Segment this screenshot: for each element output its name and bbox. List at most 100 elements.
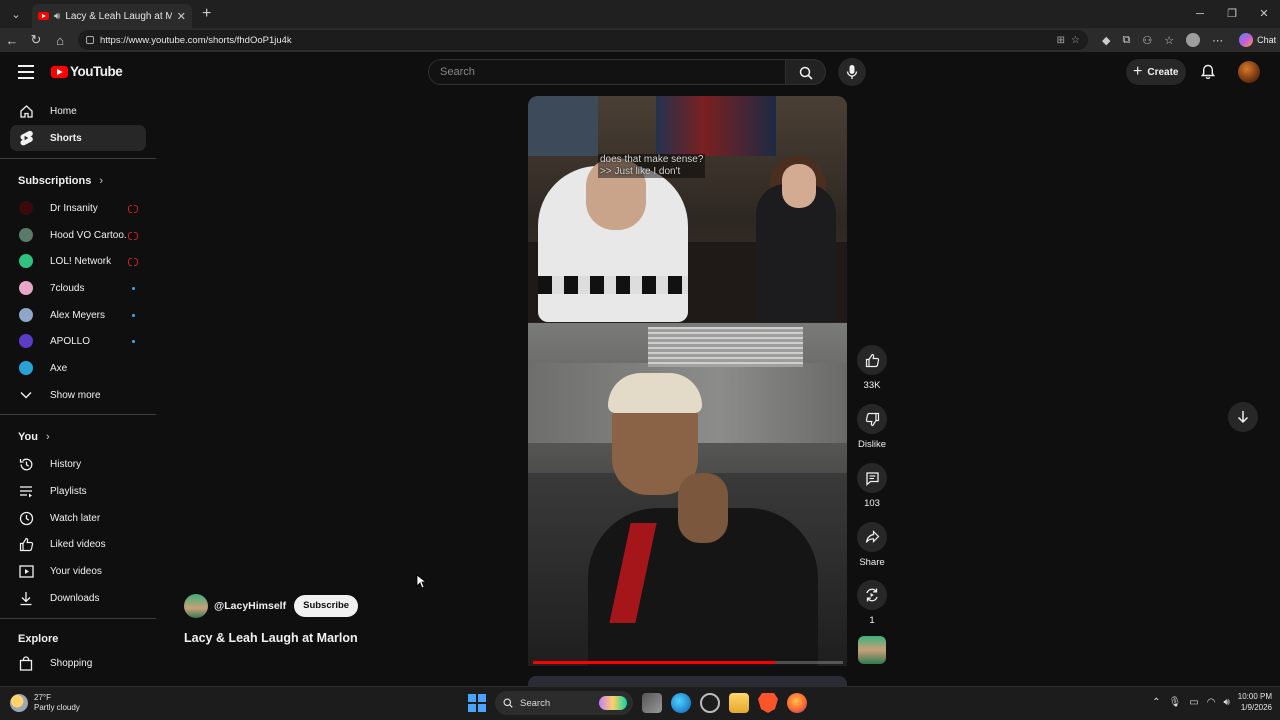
voice-search-button[interactable] <box>838 58 866 86</box>
file-explorer-icon[interactable] <box>729 693 749 713</box>
next-short-preview[interactable] <box>528 676 847 686</box>
sidebar-item-subscription[interactable]: Hood VO Cartoo... <box>10 222 146 248</box>
shopping-bag-icon <box>18 655 34 671</box>
share-button[interactable] <box>857 522 887 552</box>
logo-text: YouTube <box>70 64 123 79</box>
comments-button[interactable] <box>857 463 887 493</box>
sidebar-item-subscription[interactable]: Axe <box>10 355 146 381</box>
firefox-icon[interactable] <box>787 693 807 713</box>
task-view-icon[interactable] <box>642 693 662 713</box>
sidebar-item-label: Playlists <box>50 485 87 497</box>
minimize-button[interactable]: ─ <box>1184 0 1216 28</box>
youtube-logo[interactable]: YouTube <box>51 64 123 79</box>
channel-handle[interactable]: @LacyHimself <box>214 600 286 612</box>
favorites-icon[interactable]: ☆ <box>1164 34 1174 47</box>
remix-button[interactable] <box>857 580 887 610</box>
sidebar-item-subscription[interactable]: APOLLO <box>10 328 146 354</box>
sidebar-item-subscription[interactable]: Dr Insanity <box>10 195 146 221</box>
restore-button[interactable]: ❐ <box>1216 0 1248 28</box>
creator-avatar[interactable] <box>184 594 208 618</box>
clock[interactable]: 10:00 PM 1/9/2026 <box>1238 691 1272 713</box>
you-heading[interactable]: You › <box>18 431 50 443</box>
sidebar-item-history[interactable]: History <box>10 451 146 477</box>
taskbar-search[interactable]: Search <box>495 691 633 715</box>
sidebar-item-liked-videos[interactable]: Liked videos <box>10 531 146 557</box>
more-menu-icon[interactable]: ⋯ <box>1212 34 1223 47</box>
sidebar-item-shopping[interactable]: Shopping <box>10 650 146 676</box>
home-icon[interactable]: ⌂ <box>48 33 72 48</box>
sidebar-item-shorts[interactable]: Shorts <box>10 125 146 151</box>
sidebar-item-subscription[interactable]: Alex Meyers <box>10 302 146 328</box>
subscriptions-heading[interactable]: Subscriptions › <box>18 175 103 187</box>
sidebar-item-label: Dr Insanity <box>50 202 98 214</box>
sidebar-item-home[interactable]: Home <box>10 98 146 124</box>
sidebar-item-label: Hood VO Cartoo... <box>50 229 126 241</box>
sidebar-item-subscription[interactable]: 7clouds <box>10 275 146 301</box>
copilot-chat-button[interactable]: Chat <box>1239 33 1276 47</box>
windows-start-icon[interactable] <box>468 694 486 712</box>
download-icon <box>18 590 34 606</box>
settings-gear-icon[interactable] <box>700 693 720 713</box>
display-icon[interactable]: ▭ <box>1189 697 1198 708</box>
brave-browser-icon[interactable] <box>758 693 778 713</box>
dislike-action[interactable]: Dislike <box>856 404 888 450</box>
split-screen-icon[interactable]: ⚇ <box>1142 34 1152 47</box>
shorts-video-player[interactable]: does that make sense? >> Just like I don… <box>528 96 847 666</box>
extension-diamond-icon[interactable]: ◆ <box>1102 34 1110 47</box>
volume-icon[interactable]: 🔊︎ <box>1223 697 1229 708</box>
sidebar-item-downloads[interactable]: Downloads <box>10 585 146 611</box>
sidebar-item-your-videos[interactable]: Your videos <box>10 558 146 584</box>
radiator <box>648 327 803 367</box>
browser-tab[interactable]: 🔊︎ Lacy & Leah Laugh at Marlon ✕ <box>32 4 192 28</box>
edge-browser-icon[interactable] <box>671 693 691 713</box>
chevron-up-icon[interactable]: ⌃ <box>1152 697 1160 708</box>
share-action[interactable]: Share <box>856 522 888 568</box>
system-tray: ⌃ 🎙︎ ▭ ◠ 🔊︎ 10:00 PM 1/9/2026 <box>1152 691 1272 713</box>
show-more-button[interactable]: Show more <box>10 382 146 408</box>
close-window-button[interactable]: ✕ <box>1248 0 1280 28</box>
remix-icon <box>866 588 878 602</box>
subscribe-button[interactable]: Subscribe <box>294 595 359 617</box>
search-input[interactable]: Search <box>428 59 786 85</box>
app-available-icon[interactable]: ⊞ <box>1057 35 1065 46</box>
account-avatar[interactable] <box>1238 61 1260 83</box>
like-action[interactable]: 33K <box>856 345 888 391</box>
weather-widget[interactable]: 27°F Partly cloudy <box>10 693 80 713</box>
short-title[interactable]: Lacy & Leah Laugh at Marlon <box>184 631 358 645</box>
sidebar-item-playlists[interactable]: Playlists <box>10 478 146 504</box>
sidebar-item-label: Alex Meyers <box>50 309 106 321</box>
video-progress-bar[interactable] <box>533 661 843 664</box>
profile-icon[interactable] <box>1186 33 1201 47</box>
site-info-icon[interactable] <box>86 36 94 44</box>
like-button[interactable] <box>857 345 887 375</box>
tab-actions-menu[interactable]: ⌄ <box>4 4 28 24</box>
create-button[interactable]: + Create <box>1126 59 1186 85</box>
next-video-button[interactable] <box>1228 402 1258 432</box>
search-button[interactable] <box>786 59 826 85</box>
live-indicator-icon <box>128 258 138 266</box>
live-indicator-icon <box>128 232 138 240</box>
notifications-bell-icon[interactable] <box>1200 64 1216 80</box>
sidebar-item-subscription[interactable]: LOL! Network <box>10 248 146 274</box>
comments-action[interactable]: 103 <box>856 463 888 509</box>
shelf-background <box>656 96 776 156</box>
back-icon[interactable]: ← <box>0 33 24 48</box>
extension-puzzle-icon[interactable]: ⧉ <box>1122 34 1130 47</box>
remix-action[interactable]: 1 <box>856 580 888 626</box>
channel-thumbnail[interactable] <box>858 636 886 664</box>
copilot-icon <box>1239 33 1254 47</box>
microphone-tray-icon[interactable]: 🎙︎ <box>1169 697 1182 708</box>
refresh-icon[interactable]: ↻ <box>24 32 48 48</box>
close-tab-icon[interactable]: ✕ <box>177 10 186 23</box>
menu-icon[interactable] <box>18 65 34 79</box>
new-content-dot <box>132 313 135 317</box>
favorite-star-icon[interactable]: ☆ <box>1071 35 1080 46</box>
caption-line: does that make sense? <box>598 154 706 166</box>
network-icon[interactable]: ◠ <box>1207 697 1216 708</box>
sidebar-item-watch-later[interactable]: Watch later <box>10 505 146 531</box>
dislike-button[interactable] <box>857 404 887 434</box>
new-tab-button[interactable]: + <box>202 5 211 23</box>
url-field[interactable]: https://www.youtube.com/shorts/fhdOoP1ju… <box>78 30 1088 50</box>
speaker-icon[interactable]: 🔊︎ <box>54 11 60 22</box>
clock-time: 10:00 PM <box>1237 692 1272 701</box>
